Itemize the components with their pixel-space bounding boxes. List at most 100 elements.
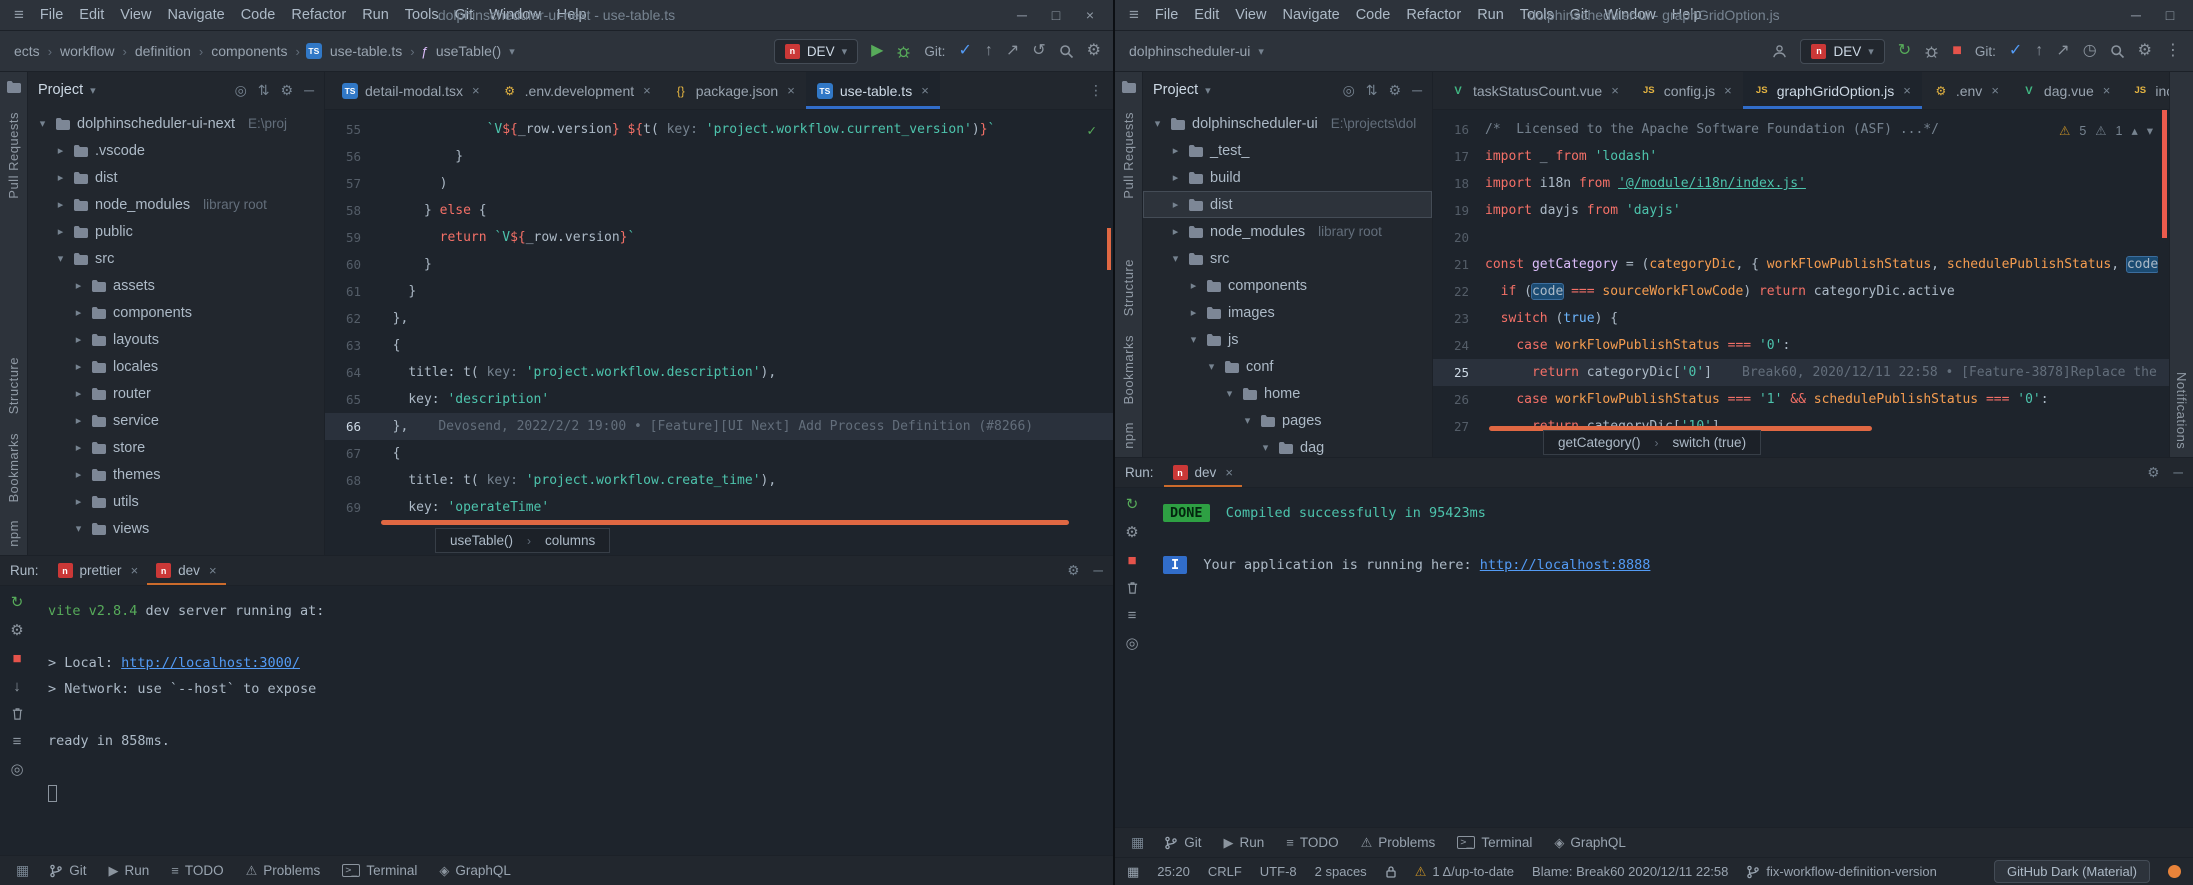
git-rollback-button[interactable]: ↺: [1032, 43, 1045, 59]
tree-item-components[interactable]: ▸components: [1143, 272, 1432, 299]
code-line-66[interactable]: 66 },Devosend, 2022/2/2 19:00 • [Feature…: [325, 413, 1113, 440]
tab-close-icon[interactable]: ×: [1724, 83, 1732, 98]
pin-icon[interactable]: ◎: [1125, 636, 1138, 651]
code-line-67[interactable]: 67 {: [325, 440, 1113, 467]
soft-wrap-icon[interactable]: ≡: [13, 734, 22, 749]
code-line-17[interactable]: 17import _ from 'lodash': [1433, 143, 2169, 170]
chevron-right-icon[interactable]: ▸: [54, 225, 67, 238]
sticky-crumb-getcategory[interactable]: getCategory(): [1558, 435, 1641, 450]
rerun-icon[interactable]: ↻: [1126, 497, 1139, 512]
tab-close-icon[interactable]: ×: [209, 563, 217, 578]
code-line-21[interactable]: 21const getCategory = (categoryDic, { wo…: [1433, 251, 2169, 278]
chevron-down-icon[interactable]: ▾: [36, 117, 49, 130]
debug-button[interactable]: [896, 44, 911, 59]
chevron-right-icon[interactable]: ▸: [72, 333, 85, 346]
chevron-down-icon[interactable]: ▾: [54, 252, 67, 265]
chevron-down-icon[interactable]: ▾: [1169, 252, 1182, 265]
tree-item-views[interactable]: ▾views: [28, 515, 324, 542]
close-icon[interactable]: ×: [1073, 7, 1107, 23]
toolwindow-problems[interactable]: ⚠Problems: [1351, 831, 1446, 855]
main-menu-icon[interactable]: ≡: [6, 5, 32, 25]
toolwindow-run[interactable]: ▶Run: [99, 859, 160, 883]
tree-item-dag[interactable]: ▾dag: [1143, 434, 1432, 457]
menu-refactor[interactable]: Refactor: [1398, 4, 1469, 26]
code-line-24[interactable]: 24 case workFlowPublishStatus === '0':: [1433, 332, 2169, 359]
code-line-58[interactable]: 58 } else {: [325, 197, 1113, 224]
line-separator[interactable]: CRLF: [1208, 864, 1242, 879]
tab-config-js[interactable]: JSconfig.js×: [1630, 72, 1743, 109]
tab-package-json[interactable]: {}package.json×: [662, 72, 806, 109]
soft-wrap-icon[interactable]: ≡: [1128, 608, 1137, 623]
history-icon[interactable]: ◷: [2083, 43, 2097, 59]
main-menu-icon[interactable]: ≡: [1121, 5, 1147, 25]
theme-notification[interactable]: GitHub Dark (Material): [1994, 860, 2150, 883]
run-tab-dev[interactable]: ndev×: [1164, 458, 1242, 487]
chevron-right-icon[interactable]: ▸: [72, 495, 85, 508]
menu-file[interactable]: File: [32, 4, 71, 26]
hide-panel-icon[interactable]: ─: [1093, 563, 1103, 578]
toolwindow-switcher-icon[interactable]: ▦: [8, 862, 37, 879]
expand-collapse-icon[interactable]: ⇅: [1366, 82, 1378, 99]
hide-panel-icon[interactable]: ─: [1412, 82, 1422, 98]
code-line-62[interactable]: 62 },: [325, 305, 1113, 332]
git-commit-button[interactable]: ✓: [958, 43, 971, 59]
chevron-right-icon[interactable]: ▸: [72, 360, 85, 373]
chevron-right-icon[interactable]: ▸: [1169, 144, 1182, 157]
chevron-down-icon[interactable]: ▾: [1241, 414, 1254, 427]
strip-notifications[interactable]: Notifications: [2174, 372, 2189, 449]
chevron-down-icon[interactable]: ▾: [1205, 360, 1218, 373]
caret-position[interactable]: 25:20: [1157, 864, 1190, 879]
locate-file-icon[interactable]: ◎: [235, 82, 247, 99]
toolwindow-terminal[interactable]: >_Terminal: [1447, 831, 1542, 855]
code-line-20[interactable]: 20: [1433, 224, 2169, 251]
menu-edit[interactable]: Edit: [1186, 4, 1227, 26]
chevron-right-icon[interactable]: ▸: [1187, 279, 1200, 292]
code-line-23[interactable]: 23 switch (true) {: [1433, 305, 2169, 332]
git-push-button[interactable]: ↗: [1006, 43, 1019, 59]
settings-icon[interactable]: ⚙: [2138, 43, 2152, 59]
run-tab-prettier[interactable]: nprettier×: [49, 556, 148, 585]
chevron-down-icon[interactable]: ▾: [1259, 441, 1272, 454]
git-branch-widget[interactable]: fix-workflow-definition-version: [1746, 864, 1937, 879]
console-link[interactable]: http://localhost:3000/: [121, 655, 300, 671]
project-toolwindow-icon[interactable]: [1121, 80, 1137, 94]
run-config-selector[interactable]: n DEV ▾: [774, 39, 858, 64]
code-editor[interactable]: ⚠5⚠1▴▾ 16/* Licensed to the Apache Softw…: [1433, 110, 2169, 457]
scroll-to-end-icon[interactable]: ↓: [13, 679, 21, 694]
tab-dag-vue[interactable]: Vdag.vue×: [2010, 72, 2121, 109]
toolwindow-terminal[interactable]: >_Terminal: [332, 859, 427, 883]
code-line-59[interactable]: 59 return `V${_row.version}`: [325, 224, 1113, 251]
strip-bookmarks[interactable]: Bookmarks: [6, 433, 21, 503]
code-line-61[interactable]: 61 }: [325, 278, 1113, 305]
tab-detail-modal-tsx[interactable]: TSdetail-modal.tsx×: [331, 72, 491, 109]
tree-item-images[interactable]: ▸images: [1143, 299, 1432, 326]
strip-pull-requests[interactable]: Pull Requests: [1121, 112, 1136, 199]
chevron-down-icon[interactable]: ▾: [1151, 117, 1164, 130]
terminal-output[interactable]: DONE Compiled successfully in 95423ms I …: [1149, 488, 2193, 827]
code-line-65[interactable]: 65 key: 'description': [325, 386, 1113, 413]
menu-file[interactable]: File: [1147, 4, 1186, 26]
git-update-button[interactable]: ↑: [2035, 43, 2043, 59]
stop-button[interactable]: ■: [1952, 43, 1962, 59]
tree-item-public[interactable]: ▸public: [28, 218, 324, 245]
tree-item-router[interactable]: ▸router: [28, 380, 324, 407]
code-line-18[interactable]: 18import i18n from '@/module/i18n/index.…: [1433, 170, 2169, 197]
tab-close-icon[interactable]: ×: [787, 83, 795, 98]
tree-item-js[interactable]: ▾js: [1143, 326, 1432, 353]
toolwindow-git[interactable]: Git: [1154, 831, 1211, 855]
chevron-right-icon[interactable]: ▸: [54, 198, 67, 211]
tab-close-icon[interactable]: ×: [921, 83, 929, 98]
toolwindow-run[interactable]: ▶Run: [1214, 831, 1275, 855]
tab-close-icon[interactable]: ×: [131, 563, 139, 578]
settings-icon[interactable]: ⚙: [1087, 43, 1101, 59]
code-line-55[interactable]: 55 `V${_row.version} ${t( key: 'project.…: [325, 116, 1113, 143]
code-line-63[interactable]: 63 {: [325, 332, 1113, 359]
tree-item-src[interactable]: ▾src: [28, 245, 324, 272]
menu-code[interactable]: Code: [1348, 4, 1399, 26]
toolwindow-switcher-icon[interactable]: ▦: [1123, 834, 1152, 851]
analysis-status[interactable]: ⚠ 1 Δ/up-to-date: [1415, 864, 1514, 880]
chevron-right-icon[interactable]: ▸: [72, 279, 85, 292]
project-panel-title[interactable]: Project: [38, 82, 83, 98]
locate-file-icon[interactable]: ◎: [1343, 82, 1355, 99]
tree-item-home[interactable]: ▾home: [1143, 380, 1432, 407]
